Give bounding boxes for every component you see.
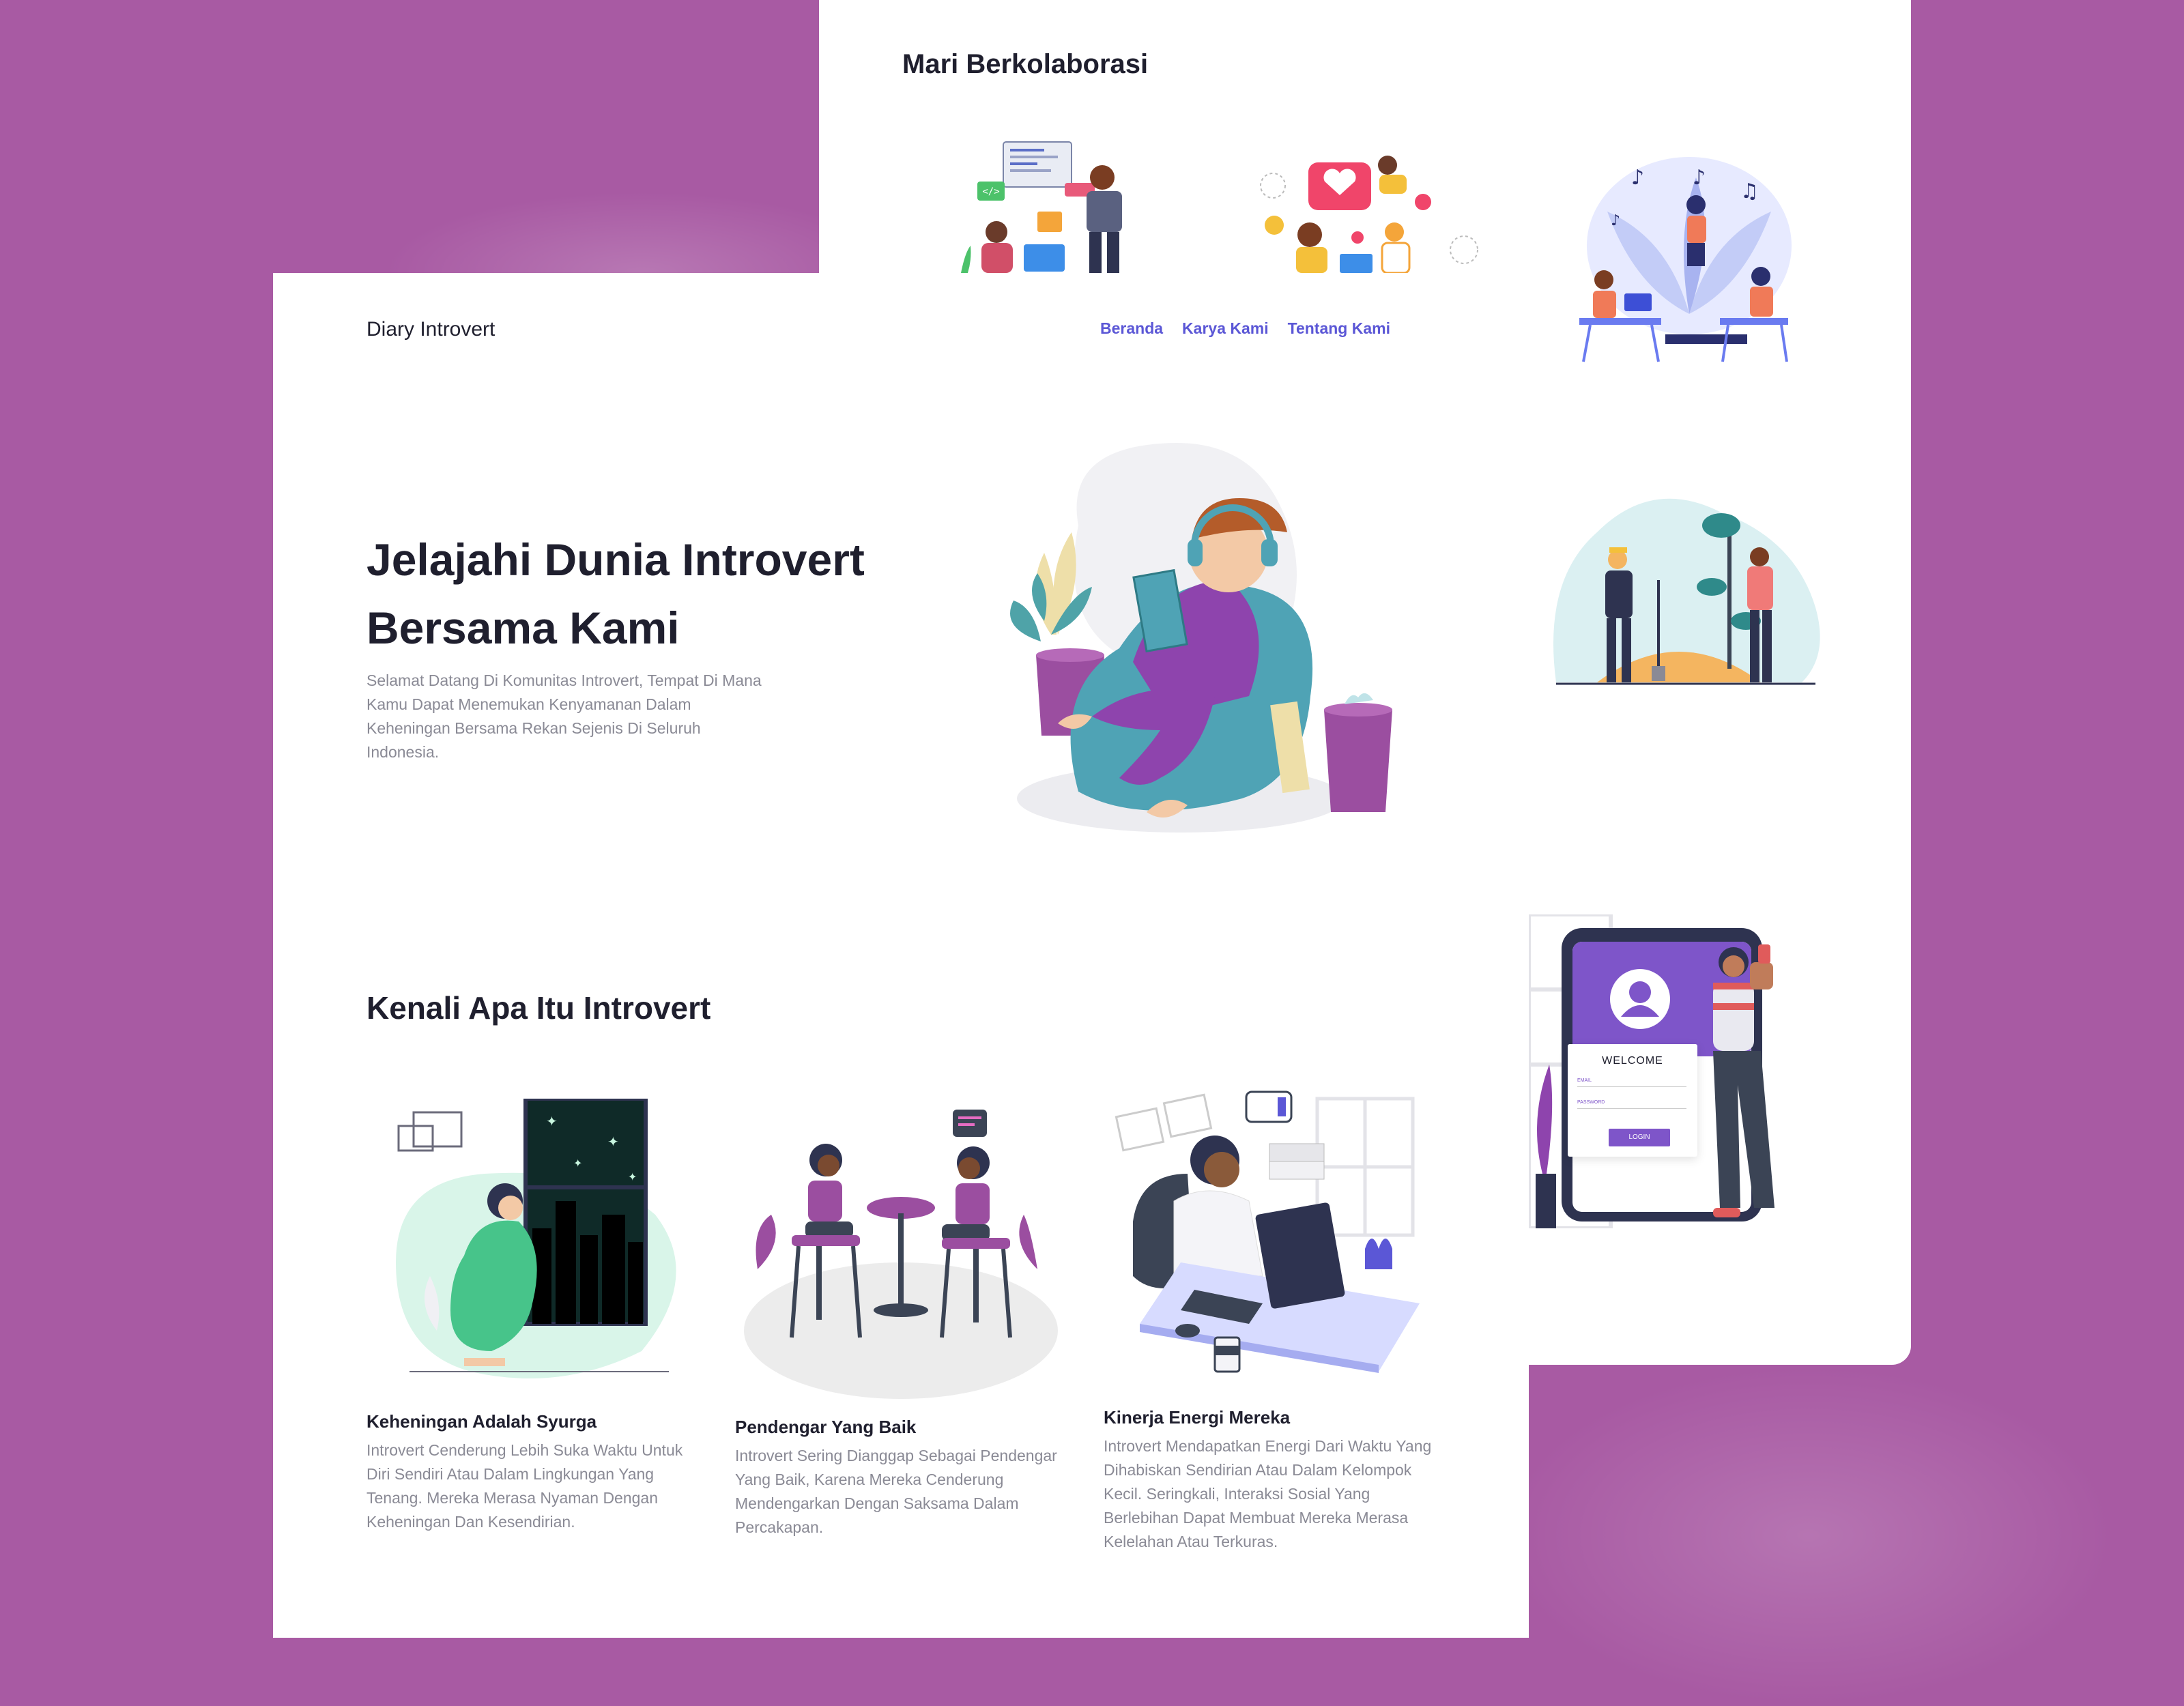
feature-3-title: Kinerja Energi Mereka (1104, 1407, 1291, 1428)
background-glow (1502, 1365, 2116, 1706)
hero-title-line-1: Jelajahi Dunia Introvert (367, 534, 865, 585)
svg-text:✦: ✦ (628, 1170, 637, 1183)
cafe-conversation-illustration (744, 1110, 1058, 1399)
svg-text:♪: ♪ (1631, 166, 1644, 190)
nav-item-beranda[interactable]: Beranda (1100, 319, 1163, 338)
hero-description: Selamat Datang Di Komunitas Introvert, T… (367, 671, 762, 761)
svg-text:♪: ♪ (1693, 166, 1706, 190)
music-band-illustration: ♪ ♪ ♫ ♪ (1579, 157, 1792, 362)
feature-1-title: Keheningan Adalah Syurga (367, 1411, 597, 1432)
welcome-heading: WELCOME (1602, 1055, 1663, 1067)
tired-worker-illustration (1115, 1090, 1420, 1373)
hero-title: Jelajahi Dunia Introvert Bersama Kami (367, 525, 981, 662)
password-label: PASSWORD (1577, 1100, 1605, 1105)
social-love-illustration (1260, 156, 1478, 273)
woman-with-phone-illustration (1713, 944, 1774, 1217)
main-nav: Beranda Karya Kami Tentang Kami (1100, 319, 1390, 338)
hero-title-line-2: Bersama Kami (367, 603, 680, 653)
svg-text:✦: ✦ (607, 1133, 619, 1150)
svg-text:</>: </> (982, 186, 999, 197)
nav-item-tentang-kami[interactable]: Tentang Kami (1288, 319, 1390, 338)
svg-text:♪: ♪ (1611, 212, 1620, 229)
welcome-card: WELCOME EMAIL PASSWORD LOGIN (1568, 1044, 1697, 1157)
coding-team-illustration: </> (961, 141, 1122, 273)
svg-text:✦: ✦ (546, 1113, 558, 1129)
email-field[interactable] (1577, 1086, 1686, 1087)
section-title: Kenali Apa Itu Introvert (367, 990, 711, 1026)
tree-planting-illustration (1553, 498, 1820, 685)
svg-text:✦: ✦ (573, 1157, 582, 1170)
feature-1-description: Introvert Cenderung Lebih Suka Waktu Unt… (367, 1441, 683, 1531)
email-label: EMAIL (1577, 1078, 1592, 1083)
collaboration-title: Mari Berkolaborasi (902, 49, 1149, 79)
reading-beanbag-illustration (1010, 443, 1392, 833)
brand-logo[interactable]: Diary Introvert (367, 318, 495, 341)
login-button[interactable]: LOGIN (1609, 1129, 1670, 1146)
svg-text:♫: ♫ (1740, 179, 1759, 203)
night-window-illustration: ✦ ✦ ✦ ✦ (396, 1099, 676, 1378)
feature-3-description: Introvert Mendapatkan Energi Dari Waktu … (1104, 1437, 1432, 1550)
feature-2-title: Pendengar Yang Baik (735, 1417, 917, 1437)
feature-2-description: Introvert Sering Dianggap Sebagai Penden… (735, 1447, 1057, 1536)
nav-item-karya-kami[interactable]: Karya Kami (1182, 319, 1269, 338)
password-field[interactable] (1577, 1108, 1686, 1109)
